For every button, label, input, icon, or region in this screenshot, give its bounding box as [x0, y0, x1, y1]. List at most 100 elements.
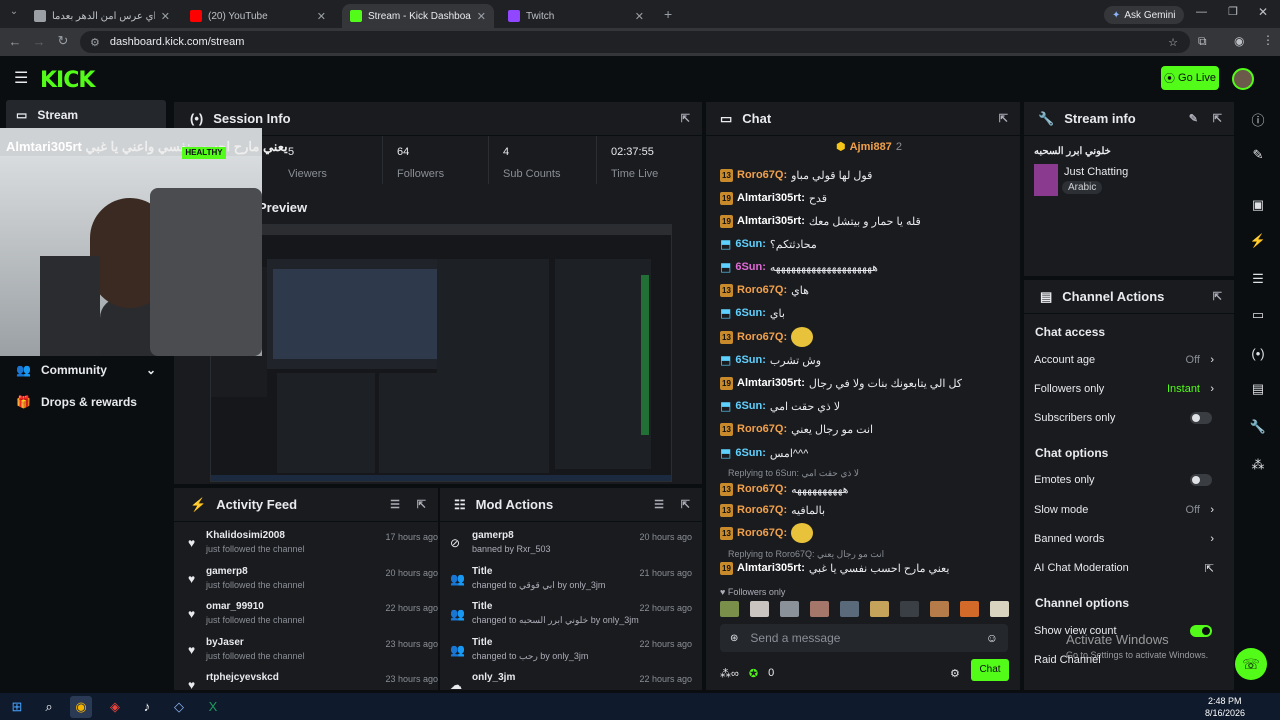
excel-icon[interactable]: X [202, 696, 224, 718]
account-age-row[interactable]: Account age Off › [1034, 350, 1224, 370]
app-icon[interactable]: ◈ [104, 696, 126, 718]
chat-username[interactable]: Roro67Q: [737, 504, 787, 516]
chat-username[interactable]: Roro67Q: [737, 483, 787, 495]
chat-username[interactable]: Almtari305rt: [737, 562, 805, 574]
tab-search-button[interactable]: ⌄ [6, 6, 22, 22]
followers-only-row[interactable]: Followers only Instant › [1034, 379, 1224, 399]
popout-icon[interactable]: ⇱ [1213, 290, 1222, 303]
ask-gemini-button[interactable]: ✦ Ask Gemini [1104, 6, 1184, 24]
bolt-icon[interactable]: ⚡ [1239, 226, 1277, 256]
tiktok-icon[interactable]: ♪ [136, 696, 158, 718]
chat-username[interactable]: Roro67Q: [737, 169, 787, 181]
slow-mode-row[interactable]: Slow mode Off › [1034, 500, 1224, 520]
chat-username[interactable]: Almtari305rt: [737, 215, 805, 227]
chat-username[interactable]: Roro67Q: [737, 527, 787, 539]
menu-kebab-icon[interactable]: ⋮ [1262, 33, 1274, 47]
broadcast-icon[interactable]: (•) [1239, 338, 1277, 368]
kick-logo[interactable]: KICK [40, 68, 95, 93]
chat-message[interactable]: 13 Roro67Q: انت مو رجال يعني [720, 420, 1010, 438]
hamburger-menu-icon[interactable]: ☰ [14, 68, 28, 88]
popout-icon[interactable]: ⇱ [1213, 112, 1222, 125]
chat-username[interactable]: 6Sun: [735, 447, 766, 459]
wrench-icon[interactable]: 🔧 [1239, 412, 1277, 442]
address-bar[interactable]: ⚙ dashboard.kick.com/stream ☆ [80, 31, 1190, 53]
mod-action-item[interactable]: 👥 Title changed to ابي قوقي by only_3jm 21 … [450, 566, 692, 598]
chat-message[interactable]: 13 Roro67Q: بالمافيه [720, 501, 1010, 519]
activity-item[interactable]: ♥ gamerp8 just followed the channel 20 hour… [188, 566, 438, 598]
filter-icon[interactable]: ☰ [654, 498, 664, 511]
mod-action-item[interactable]: 👥 Title changed to رحب by only_3jm 22 hours… [450, 637, 692, 669]
sidebar-item-community[interactable]: 👥 Community ⌄ [6, 355, 166, 385]
subscribers-only-toggle[interactable] [1190, 412, 1212, 424]
mod-action-item[interactable]: 👥 Title changed to خلوني ابرر السحبه by on… [450, 601, 692, 633]
close-window-button[interactable]: ✕ [1258, 5, 1268, 19]
popout-icon[interactable]: ⇱ [681, 112, 690, 125]
emote-icon[interactable] [720, 601, 739, 617]
chat-message[interactable]: 19 Almtari305rt: يعني مارح احسب نفسي يا غب… [720, 559, 1010, 577]
chat-message[interactable]: ⬒ 6Sun: محادثتكم؟ [720, 235, 1010, 253]
chat-username[interactable]: Roro67Q: [737, 284, 787, 296]
edit-icon[interactable]: ✎ [1239, 140, 1277, 170]
emote-icon[interactable] [780, 601, 799, 617]
close-tab-icon[interactable]: ✕ [635, 10, 644, 23]
emote-icon[interactable] [930, 601, 949, 617]
list-icon[interactable]: ☰ [1239, 264, 1277, 294]
chrome-icon[interactable]: ◉ [70, 696, 92, 718]
chat-username[interactable]: 6Sun: [735, 261, 766, 273]
ai-moderation-row[interactable]: AI Chat Moderation ⇱ [1034, 558, 1224, 578]
emote-icon[interactable] [870, 601, 889, 617]
chat-message[interactable]: ⬒ 6Sun: ههههههههههههههههههههه [720, 258, 1010, 276]
profile-icon[interactable]: ◉ [1234, 34, 1244, 48]
reload-icon[interactable]: ↻ [52, 33, 74, 49]
close-tab-icon[interactable]: ✕ [161, 10, 170, 23]
chat-username[interactable]: 6Sun: [735, 354, 766, 366]
search-icon[interactable]: ⌕ [38, 696, 60, 718]
mod-action-item[interactable]: ⊘ gamerp8 banned by Rxr_503 20 hours ago [450, 530, 692, 562]
chat-message[interactable]: 19 Almtari305rt: قدح [720, 189, 1010, 207]
infinity-icon[interactable]: ⁂∞ [720, 667, 739, 680]
emote-icon[interactable] [960, 601, 979, 617]
activity-item[interactable]: ♥ omar_99910 just followed the channel 22 h… [188, 601, 438, 633]
chat-icon[interactable]: ▭ [1239, 300, 1277, 330]
chat-username[interactable]: 6Sun: [735, 400, 766, 412]
chat-message[interactable]: ⬒ 6Sun: باي [720, 304, 1010, 322]
bookmark-star-icon[interactable]: ☆ [1168, 36, 1178, 49]
popout-icon[interactable]: ⇱ [681, 498, 690, 511]
support-chat-button[interactable]: ☏ [1235, 648, 1267, 680]
chat-message[interactable]: 13 Roro67Q: هاي [720, 281, 1010, 299]
minimize-button[interactable]: — [1196, 6, 1207, 18]
sidebar-item-stream[interactable]: ▭ Stream [6, 100, 166, 130]
forward-icon[interactable]: → [28, 34, 50, 49]
chat-message[interactable]: 19 Almtari305rt: كل الي يتابعونك بنات ولا … [720, 374, 1010, 392]
gear-icon[interactable]: ⚙ [950, 667, 960, 680]
restore-button[interactable]: ❐ [1228, 5, 1238, 18]
activity-item[interactable]: ♥ byJaser just followed the channel 23 hour… [188, 637, 438, 669]
banned-words-row[interactable]: Banned words › [1034, 529, 1224, 549]
sidebar-item-drops[interactable]: 🎁 Drops & rewards [6, 387, 166, 417]
go-live-button[interactable]: ⦿ Go Live [1161, 66, 1219, 90]
close-tab-icon[interactable]: ✕ [317, 10, 326, 23]
chat-username[interactable]: Roro67Q: [737, 423, 787, 435]
tab-arabic-video[interactable]: على أي عرس آمن الدهر بعدما - ll✕ [26, 4, 178, 28]
chat-message[interactable]: ⬒ 6Sun: لا ذي حقت امي [720, 397, 1010, 415]
windows-start-icon[interactable]: ⊞ [6, 696, 28, 718]
chat-message[interactable]: 13 Roro67Q: [720, 327, 1010, 347]
chat-input[interactable]: ⊛ Send a message ☺ [720, 624, 1008, 652]
chat-username[interactable]: 6Sun: [735, 238, 766, 250]
new-tab-button[interactable]: + [664, 6, 672, 22]
chat-username[interactable]: Almtari305rt: [737, 192, 805, 204]
info-icon[interactable]: ⓘ [1239, 104, 1277, 134]
back-icon[interactable]: ← [4, 34, 26, 49]
user-avatar[interactable] [1232, 68, 1254, 90]
chat-message[interactable]: ⬒ 6Sun: امس^^^ [720, 444, 1010, 462]
emote-icon[interactable] [900, 601, 919, 617]
video-icon[interactable]: ▣ [1239, 190, 1277, 220]
chat-message[interactable]: 19 Almtari305rt: قله يا حمار و بيتشل معك [720, 212, 1010, 230]
chat-message[interactable]: 13 Roro67Q: قول لها قولي مباو [720, 166, 1010, 184]
chat-username[interactable]: 6Sun: [735, 307, 766, 319]
chat-message[interactable]: ⬒ 6Sun: وش تشرب [720, 351, 1010, 369]
activity-item[interactable]: ♥ Khalidosimi2008 just followed the channe… [188, 530, 438, 562]
emote-icon[interactable] [750, 601, 769, 617]
app-icon[interactable]: ◇ [168, 696, 190, 718]
emoji-icon[interactable]: ☺ [986, 631, 998, 645]
